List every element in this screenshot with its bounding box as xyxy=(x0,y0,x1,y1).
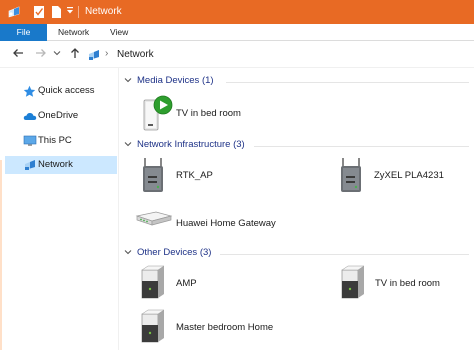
title-separator xyxy=(78,6,79,18)
divider xyxy=(220,254,469,255)
item-label: AMP xyxy=(176,278,197,289)
device-icon xyxy=(139,308,167,350)
back-button[interactable] xyxy=(11,47,25,63)
computer-icon xyxy=(23,135,37,147)
tab-file[interactable]: File xyxy=(0,24,47,41)
group-header-other-devices[interactable]: Other Devices (3) xyxy=(124,246,469,260)
item-label: TV in bed room xyxy=(176,108,241,119)
item-label: RTK_AP xyxy=(176,170,213,181)
forward-button[interactable] xyxy=(34,47,48,63)
title-bar: Network xyxy=(0,0,474,24)
star-icon xyxy=(23,85,37,97)
list-item[interactable]: TV in bed room xyxy=(339,264,469,304)
address-row: › Network xyxy=(0,42,474,68)
network-icon xyxy=(87,48,101,65)
chevron-down-icon[interactable] xyxy=(124,248,132,258)
chevron-down-icon[interactable] xyxy=(124,76,132,86)
network-icon xyxy=(23,159,37,171)
new-folder-icon[interactable] xyxy=(51,5,62,22)
item-label: Master bedroom Home xyxy=(176,322,274,333)
divider xyxy=(226,82,469,83)
cloud-icon xyxy=(23,110,37,122)
sidebar-item-label: Quick access xyxy=(38,85,95,96)
list-item[interactable]: Huawei Home Gateway xyxy=(134,204,314,244)
group-header-network-infrastructure[interactable]: Network Infrastructure (3) xyxy=(124,138,469,152)
window-title: Network xyxy=(85,6,122,17)
media-device-icon xyxy=(139,94,175,137)
window-edge xyxy=(0,160,2,350)
sidebar-item-network[interactable]: Network xyxy=(5,156,117,174)
tab-view[interactable]: View xyxy=(104,24,134,41)
group-title: Network Infrastructure (3) xyxy=(137,139,245,150)
file-list: Media Devices (1) TV in bed room Network… xyxy=(119,68,474,350)
sidebar-item-onedrive[interactable]: OneDrive xyxy=(5,107,117,125)
arrow-left-icon xyxy=(13,49,23,57)
sidebar-item-label: This PC xyxy=(38,135,72,146)
group-title: Media Devices (1) xyxy=(137,75,214,86)
navigation-pane: Quick access OneDrive This PC Network xyxy=(0,68,118,350)
up-button[interactable] xyxy=(68,47,82,63)
list-item[interactable]: AMP xyxy=(139,264,289,304)
breadcrumb[interactable]: Network xyxy=(117,49,154,60)
divider xyxy=(254,146,469,147)
arrow-up-icon xyxy=(71,48,79,58)
group-header-media-devices[interactable]: Media Devices (1) xyxy=(124,74,469,88)
item-label: TV in bed room xyxy=(375,278,440,289)
sidebar-item-quick-access[interactable]: Quick access xyxy=(5,82,117,100)
group-title: Other Devices (3) xyxy=(137,247,212,258)
sidebar-item-label: Network xyxy=(38,159,73,170)
chevron-down-icon xyxy=(53,51,61,56)
chevron-down-icon[interactable] xyxy=(66,7,74,18)
list-item[interactable]: ZyXEL PLA4231 xyxy=(339,156,469,196)
recent-locations-button[interactable] xyxy=(52,47,62,63)
network-icon[interactable] xyxy=(7,5,21,22)
chevron-right-icon[interactable]: › xyxy=(105,48,108,59)
properties-icon[interactable] xyxy=(33,5,45,22)
sidebar-item-label: OneDrive xyxy=(38,110,79,121)
list-item[interactable]: Master bedroom Home xyxy=(139,308,309,348)
item-label: Huawei Home Gateway xyxy=(176,218,276,229)
list-item[interactable]: RTK_AP xyxy=(141,156,291,196)
chevron-down-icon[interactable] xyxy=(124,140,132,150)
device-icon xyxy=(339,264,367,307)
access-point-icon xyxy=(141,156,167,199)
ribbon-tabs: File Network View xyxy=(0,24,474,41)
arrow-right-icon xyxy=(36,49,46,57)
access-point-icon xyxy=(339,156,365,199)
list-item[interactable]: TV in bed room xyxy=(139,94,289,134)
device-icon xyxy=(139,264,167,307)
item-label: ZyXEL PLA4231 xyxy=(374,170,444,181)
gateway-icon xyxy=(134,204,174,247)
sidebar-item-this-pc[interactable]: This PC xyxy=(5,132,117,150)
tab-network[interactable]: Network xyxy=(52,24,95,41)
address-bar[interactable]: › Network xyxy=(84,45,470,65)
